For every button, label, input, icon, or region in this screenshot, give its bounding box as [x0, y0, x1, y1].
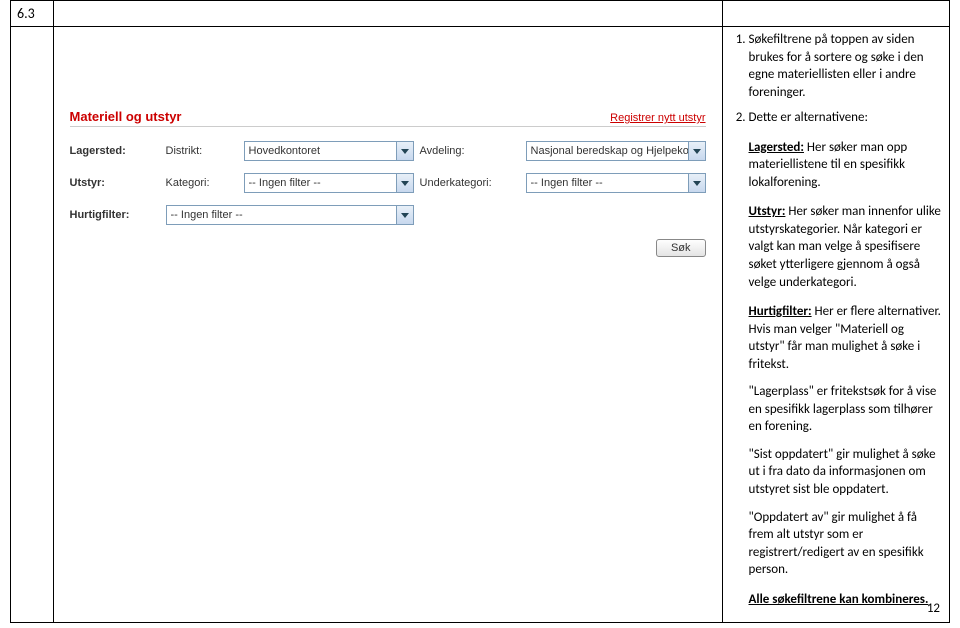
cell-num-body [11, 27, 54, 623]
filters-panel: Materiell og utstyr Registrer nytt utsty… [60, 101, 716, 273]
lagersted-label: Lagersted: [70, 145, 160, 157]
button-row: Søk [70, 225, 706, 257]
lagersted-term: Lagersted: [749, 140, 804, 155]
hurtigfilter-value: -- Ingen filter -- [171, 209, 243, 221]
sistoppdatert-para: "Sist oppdatert" gir mulighet å søke ut … [749, 446, 943, 499]
avdeling-value: Nasjonal beredskap og Hjelpekorps [531, 145, 705, 157]
page-number: 12 [927, 601, 940, 616]
kategori-label: Kategori: [166, 177, 238, 189]
panel-title: Materiell og utstyr [70, 109, 182, 124]
avdeling-select[interactable]: Nasjonal beredskap og Hjelpekorps [526, 141, 706, 161]
register-new-link[interactable]: Registrer nytt utstyr [610, 112, 705, 124]
cell-screenshot: Materiell og utstyr Registrer nytt utsty… [53, 27, 722, 623]
hurtigfilter-para: Hurtigfilter: Her er flere alternativer.… [749, 303, 943, 373]
instruction-list: Søkefiltrene på toppen av siden brukes f… [729, 31, 943, 608]
utstyr-para: Utstyr: Her søker man innenfor ulike uts… [749, 203, 943, 291]
cell-empty-top-right [722, 1, 949, 27]
section-number: 6.3 [17, 5, 35, 22]
chevron-down-icon [401, 181, 409, 186]
hurtigfilter-label: Hurtigfilter: [70, 209, 160, 221]
chevron-down-icon [693, 149, 701, 154]
panel-header: Materiell og utstyr Registrer nytt utsty… [70, 109, 706, 127]
document-table: 6.3 Materiell og utstyr Registrer nytt u… [10, 0, 950, 623]
distrikt-label: Distrikt: [166, 145, 238, 157]
utstyr-term: Utstyr: [749, 204, 786, 219]
hurtigfilter-term: Hurtigfilter: [749, 304, 812, 319]
underkategori-value: -- Ingen filter -- [531, 177, 603, 189]
instruction-2: Dette er alternativene: Lagersted: Her s… [749, 109, 943, 608]
kategori-value: -- Ingen filter -- [249, 177, 321, 189]
hurtigfilter-select[interactable]: -- Ingen filter -- [166, 205, 414, 225]
instruction-2-intro: Dette er alternativene: [749, 110, 868, 125]
lagerplass-para: "Lagerplass" er fritekstsøk for å vise e… [749, 383, 943, 436]
underkategori-label: Underkategori: [420, 177, 520, 189]
chevron-down-icon [693, 181, 701, 186]
utstyr-label: Utstyr: [70, 177, 160, 189]
avdeling-label: Avdeling: [420, 145, 520, 157]
chevron-down-icon [401, 149, 409, 154]
distrikt-value: Hovedkontoret [249, 145, 321, 157]
cell-section-num: 6.3 [11, 1, 54, 27]
chevron-down-icon [401, 213, 409, 218]
instruction-1: Søkefiltrene på toppen av siden brukes f… [749, 31, 943, 101]
cell-empty-top-mid [53, 1, 722, 27]
oppdatertav-para: "Oppdatert av" gir mulighet å få frem al… [749, 509, 943, 579]
underkategori-select[interactable]: -- Ingen filter -- [526, 173, 706, 193]
search-button[interactable]: Søk [656, 239, 706, 257]
filter-grid: Lagersted: Distrikt: Hovedkontoret Avdel… [70, 141, 706, 225]
kategori-select[interactable]: -- Ingen filter -- [244, 173, 414, 193]
combine-para: Alle søkefiltrene kan kombineres. [749, 591, 943, 609]
cell-instructions: Søkefiltrene på toppen av siden brukes f… [722, 27, 949, 623]
distrikt-select[interactable]: Hovedkontoret [244, 141, 414, 161]
lagersted-para: Lagersted: Her søker man opp materiellis… [749, 139, 943, 192]
